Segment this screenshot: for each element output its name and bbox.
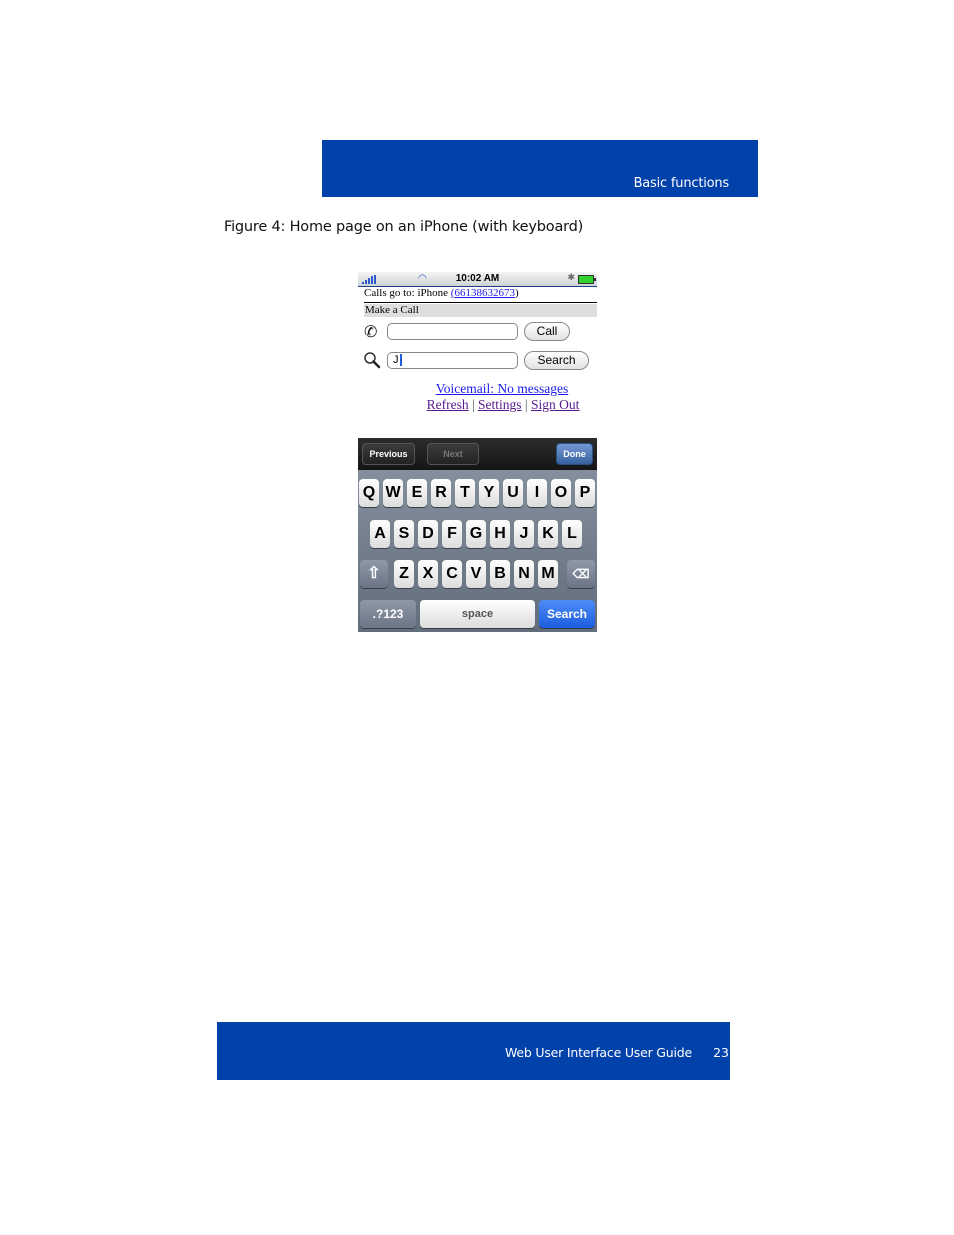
done-button[interactable]: Done bbox=[556, 443, 593, 465]
keyboard-toolbar: Previous Next Done bbox=[358, 438, 597, 470]
key-p[interactable]: P bbox=[575, 479, 595, 507]
sign-out-link[interactable]: Sign Out bbox=[531, 397, 579, 412]
key-r[interactable]: R bbox=[431, 479, 451, 507]
key-m[interactable]: M bbox=[538, 560, 558, 588]
backspace-key[interactable]: ⌫ bbox=[567, 560, 595, 588]
page-number: 23 bbox=[713, 1045, 729, 1060]
key-j[interactable]: J bbox=[514, 520, 534, 548]
guide-title: Web User Interface User Guide bbox=[505, 1045, 692, 1060]
key-l[interactable]: L bbox=[562, 520, 582, 548]
key-w[interactable]: W bbox=[383, 479, 403, 507]
settings-link[interactable]: Settings bbox=[478, 397, 522, 412]
search-input[interactable]: J bbox=[387, 352, 518, 369]
status-time: 10:02 AM bbox=[455, 273, 500, 284]
key-h[interactable]: H bbox=[490, 520, 510, 548]
make-call-heading: Make a Call bbox=[364, 304, 597, 317]
web-page: Calls go to: iPhone (66138632673) Make a… bbox=[358, 287, 597, 437]
shift-key[interactable]: ⇧ bbox=[360, 560, 388, 588]
calls-go-to-label: Calls go to: iPhone bbox=[364, 287, 451, 299]
search-button[interactable]: Search bbox=[524, 351, 589, 370]
space-key[interactable]: space bbox=[420, 600, 535, 628]
key-b[interactable]: B bbox=[490, 560, 510, 588]
key-g[interactable]: G bbox=[466, 520, 486, 548]
bluetooth-icon: ✱ bbox=[567, 273, 575, 283]
key-s[interactable]: S bbox=[394, 520, 414, 548]
next-button[interactable]: Next bbox=[427, 443, 479, 465]
key-c[interactable]: C bbox=[442, 560, 462, 588]
key-v[interactable]: V bbox=[466, 560, 486, 588]
calls-go-to: Calls go to: iPhone (66138632673) bbox=[364, 287, 519, 299]
forwarding-number: 66138632673 bbox=[454, 287, 515, 299]
key-x[interactable]: X bbox=[418, 560, 438, 588]
search-key[interactable]: Search bbox=[539, 600, 595, 628]
refresh-link[interactable]: Refresh bbox=[427, 397, 469, 412]
iphone-screenshot: ◠ 10:02 AM ✱ Calls go to: iPhone (661386… bbox=[358, 272, 597, 632]
footer-band: Web User Interface User Guide 23 bbox=[217, 1022, 730, 1080]
forwarding-number-link[interactable]: (66138632673 bbox=[451, 287, 515, 299]
previous-button[interactable]: Previous bbox=[362, 443, 415, 465]
key-a[interactable]: A bbox=[370, 520, 390, 548]
figure-caption: Figure 4: Home page on an iPhone (with k… bbox=[224, 219, 584, 235]
separator: | bbox=[471, 397, 475, 412]
key-u[interactable]: U bbox=[503, 479, 523, 507]
voicemail-link[interactable]: Voicemail: No messages bbox=[436, 381, 568, 396]
key-t[interactable]: T bbox=[455, 479, 475, 507]
call-button[interactable]: Call bbox=[524, 322, 570, 341]
divider bbox=[364, 302, 597, 303]
on-screen-keyboard: Previous Next Done QWERTYUIOP ASDFGHJKL … bbox=[358, 438, 597, 632]
key-z[interactable]: Z bbox=[394, 560, 414, 588]
key-f[interactable]: F bbox=[442, 520, 462, 548]
search-magnifier-icon bbox=[364, 352, 381, 369]
key-q[interactable]: Q bbox=[359, 479, 379, 507]
backspace-icon: ⌫ bbox=[572, 567, 590, 581]
section-title: Basic functions bbox=[633, 176, 730, 191]
status-bar: ◠ 10:02 AM ✱ bbox=[358, 272, 597, 287]
key-k[interactable]: K bbox=[538, 520, 558, 548]
key-o[interactable]: O bbox=[551, 479, 571, 507]
paren-close: ) bbox=[514, 287, 519, 299]
separator: | bbox=[524, 397, 528, 412]
key-e[interactable]: E bbox=[407, 479, 427, 507]
header-band: Basic functions bbox=[322, 140, 758, 197]
text-caret bbox=[399, 354, 402, 367]
search-input-value: J bbox=[393, 354, 399, 366]
numbers-key[interactable]: .?123 bbox=[360, 600, 416, 628]
phone-handset-icon: ✆ bbox=[364, 324, 378, 341]
nav-links: Refresh | Settings | Sign Out bbox=[408, 397, 598, 413]
call-number-input[interactable] bbox=[387, 323, 518, 340]
key-d[interactable]: D bbox=[418, 520, 438, 548]
key-n[interactable]: N bbox=[514, 560, 534, 588]
battery-icon bbox=[578, 275, 596, 284]
key-y[interactable]: Y bbox=[479, 479, 499, 507]
shift-arrow-icon: ⇧ bbox=[367, 565, 381, 582]
voicemail-row: Voicemail: No messages bbox=[412, 381, 592, 397]
key-i[interactable]: I bbox=[527, 479, 547, 507]
